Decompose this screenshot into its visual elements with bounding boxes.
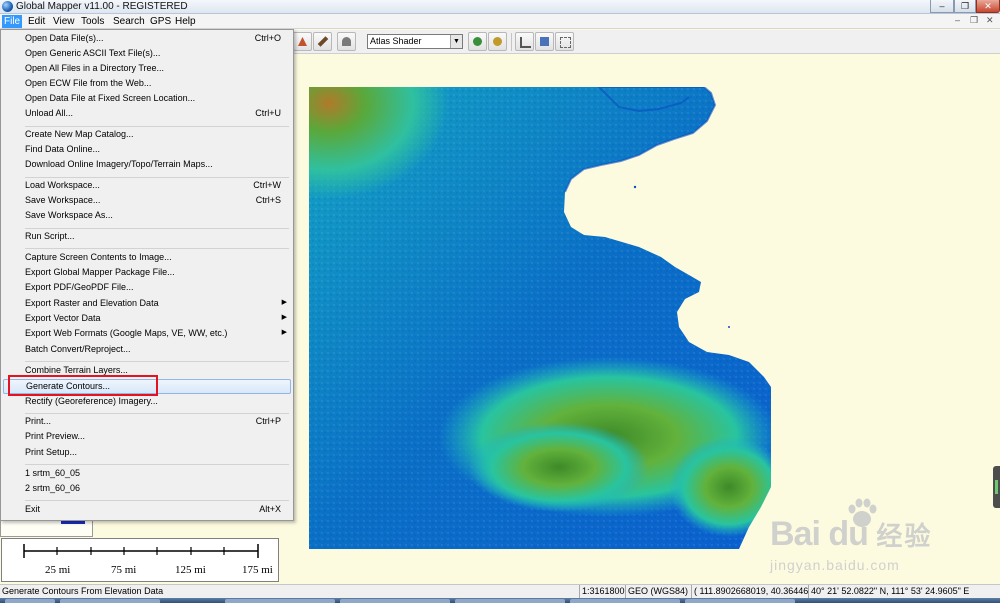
chevron-right-icon: ▶ bbox=[281, 314, 287, 321]
menu-item-save-workspace[interactable]: Save Workspace... Ctrl+S bbox=[3, 194, 291, 209]
menu-item-print-preview[interactable]: Print Preview... bbox=[3, 430, 291, 445]
taskbar-button[interactable] bbox=[5, 599, 55, 603]
shader-select[interactable]: Atlas Shader ▼ bbox=[367, 34, 463, 49]
scale-label: 25 mi bbox=[45, 564, 71, 576]
map-canvas[interactable] bbox=[309, 87, 771, 549]
status-message: Generate Contours From Elevation Data bbox=[2, 586, 164, 596]
menu-item-open-fixed-location[interactable]: Open Data File at Fixed Screen Location.… bbox=[3, 92, 291, 107]
menu-view[interactable]: View bbox=[51, 15, 77, 28]
taskbar-button[interactable] bbox=[60, 599, 160, 603]
taskbar-button[interactable] bbox=[340, 599, 450, 603]
menu-item-open-directory-tree[interactable]: Open All Files in a Directory Tree... bbox=[3, 62, 291, 77]
globe-icon bbox=[2, 1, 13, 12]
watermark-url: jingyan.baidu.com bbox=[770, 557, 900, 573]
mdi-restore-button[interactable]: ❐ bbox=[970, 15, 978, 26]
scale-bar: 25 mi 75 mi 125 mi 175 mi bbox=[1, 538, 279, 582]
status-bar: Generate Contours From Elevation Data 1:… bbox=[0, 584, 1000, 599]
menu-item-rectify-imagery[interactable]: Rectify (Georeference) Imagery... bbox=[3, 395, 291, 410]
menu-separator bbox=[25, 177, 289, 178]
menu-item-export-raster[interactable]: Export Raster and Elevation Data ▶ bbox=[3, 297, 291, 312]
toolbar: Atlas Shader ▼ bbox=[293, 30, 1000, 54]
status-projection: GEO (WGS84) bbox=[625, 585, 691, 599]
menu-item-batch-convert[interactable]: Batch Convert/Reproject... bbox=[3, 343, 291, 358]
toolbar-separator bbox=[511, 33, 512, 51]
restore-button[interactable]: ❐ bbox=[954, 0, 976, 13]
baidu-watermark: Bai du 经验 jingyan.baidu.com bbox=[770, 495, 960, 580]
menu-separator bbox=[25, 228, 289, 229]
scroll-handle[interactable] bbox=[993, 466, 1000, 508]
menu-item-open-data-file[interactable]: Open Data File(s)... Ctrl+O bbox=[3, 32, 291, 47]
close-button[interactable]: ✕ bbox=[976, 0, 1000, 13]
chevron-right-icon: ▶ bbox=[281, 329, 287, 336]
menu-item-export-pdf[interactable]: Export PDF/GeoPDF File... bbox=[3, 281, 291, 296]
menu-bar: File Edit View Tools Search GPS Help – ❐… bbox=[0, 14, 1000, 29]
tunnel-tool-icon[interactable] bbox=[337, 32, 356, 51]
menu-item-load-workspace[interactable]: Load Workspace... Ctrl+W bbox=[3, 179, 291, 194]
menu-item-exit[interactable]: Exit Alt+X bbox=[3, 503, 291, 518]
terrain-tool-icon[interactable] bbox=[293, 32, 312, 51]
taskbar-button[interactable] bbox=[685, 599, 795, 603]
menu-separator bbox=[25, 126, 289, 127]
menu-item-recent-file-1[interactable]: 1 srtm_60_05 bbox=[3, 467, 291, 482]
menu-item-capture-screen[interactable]: Capture Screen Contents to Image... bbox=[3, 251, 291, 266]
menu-item-run-script[interactable]: Run Script... bbox=[3, 230, 291, 245]
chevron-right-icon: ▶ bbox=[281, 299, 287, 306]
menu-item-download-online-imagery[interactable]: Download Online Imagery/Topo/Terrain Map… bbox=[3, 158, 291, 173]
mdi-close-button[interactable]: ✕ bbox=[986, 15, 994, 26]
taskbar bbox=[0, 598, 1000, 603]
3d-view-icon[interactable] bbox=[535, 32, 554, 51]
menu-separator bbox=[25, 413, 289, 414]
watermark-cn: 经验 bbox=[876, 521, 933, 551]
menu-gps[interactable]: GPS bbox=[148, 15, 173, 28]
menu-help[interactable]: Help bbox=[173, 15, 198, 28]
status-scale: 1:3161800 bbox=[579, 585, 625, 599]
paw-icon bbox=[848, 498, 877, 527]
menu-search[interactable]: Search bbox=[111, 15, 147, 28]
taskbar-button[interactable] bbox=[225, 599, 335, 603]
taskbar-button[interactable] bbox=[570, 599, 680, 603]
menu-tools[interactable]: Tools bbox=[79, 15, 106, 28]
scale-label: 175 mi bbox=[242, 564, 273, 576]
elevation-map bbox=[309, 87, 771, 549]
menu-item-save-workspace-as[interactable]: Save Workspace As... bbox=[3, 209, 291, 224]
status-dms: 40° 21' 52.0822" N, 111° 53' 24.9605" E bbox=[808, 585, 1000, 599]
mdi-minimize-button[interactable]: – bbox=[955, 15, 960, 25]
path-profile-icon[interactable] bbox=[515, 32, 534, 51]
menu-item-unload-all[interactable]: Unload All... Ctrl+U bbox=[3, 107, 291, 122]
menu-file[interactable]: File bbox=[2, 15, 23, 28]
highlight-box bbox=[8, 375, 158, 396]
menu-item-open-ascii[interactable]: Open Generic ASCII Text File(s)... bbox=[3, 47, 291, 62]
taskbar-button[interactable] bbox=[455, 599, 565, 603]
status-coordinates: ( 111.8902668019, 40.3644672702 ) bbox=[691, 585, 808, 599]
overview-map[interactable] bbox=[0, 520, 93, 537]
scale-label: 125 mi bbox=[175, 564, 206, 576]
menu-separator bbox=[25, 500, 289, 501]
menu-separator bbox=[25, 248, 289, 249]
menu-item-recent-file-2[interactable]: 2 srtm_60_06 bbox=[3, 482, 291, 497]
menu-item-create-map-catalog[interactable]: Create New Map Catalog... bbox=[3, 128, 291, 143]
lighting-icon[interactable] bbox=[488, 32, 507, 51]
menu-separator bbox=[25, 464, 289, 465]
pencil-tool-icon[interactable] bbox=[313, 32, 332, 51]
minimize-button[interactable]: – bbox=[930, 0, 954, 13]
title-bar: Global Mapper v11.00 - REGISTERED – ❐ ✕ bbox=[0, 0, 1000, 14]
menu-item-export-vector[interactable]: Export Vector Data ▶ bbox=[3, 312, 291, 327]
menu-edit[interactable]: Edit bbox=[26, 15, 47, 28]
window-title: Global Mapper v11.00 - REGISTERED bbox=[16, 1, 188, 12]
scale-bar-graphic bbox=[23, 544, 259, 558]
chevron-down-icon[interactable]: ▼ bbox=[450, 35, 462, 48]
select-tool-icon[interactable] bbox=[555, 32, 574, 51]
menu-item-export-web[interactable]: Export Web Formats (Google Maps, VE, WW,… bbox=[3, 327, 291, 342]
menu-separator bbox=[25, 361, 289, 362]
menu-item-open-ecw[interactable]: Open ECW File from the Web... bbox=[3, 77, 291, 92]
menu-item-find-data-online[interactable]: Find Data Online... bbox=[3, 143, 291, 158]
file-menu-dropdown: Open Data File(s)... Ctrl+O Open Generic … bbox=[0, 29, 294, 521]
scale-label: 75 mi bbox=[111, 564, 137, 576]
shader-settings-icon[interactable] bbox=[468, 32, 487, 51]
menu-item-print-setup[interactable]: Print Setup... bbox=[3, 446, 291, 461]
shader-select-value: Atlas Shader bbox=[370, 36, 422, 46]
menu-item-export-package[interactable]: Export Global Mapper Package File... bbox=[3, 266, 291, 281]
menu-item-print[interactable]: Print... Ctrl+P bbox=[3, 415, 291, 430]
